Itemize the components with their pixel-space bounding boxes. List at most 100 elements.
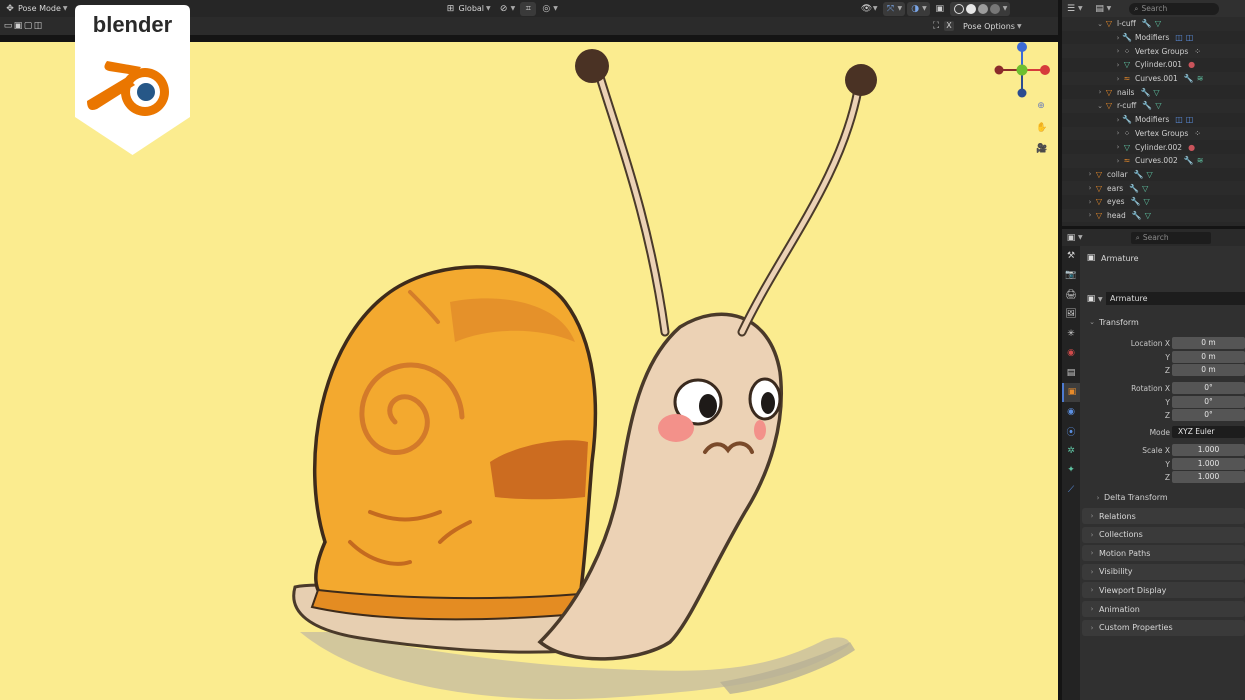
outliner-row[interactable]: › ⁘ Vertex Groups ⁘	[1062, 126, 1245, 141]
expand-right-icon[interactable]: ›	[1086, 211, 1094, 219]
modifier-stack-icon[interactable]: ◫	[1186, 115, 1194, 124]
tab-output[interactable]: 🖨	[1062, 285, 1080, 305]
modifier-stack-icon[interactable]: ◫	[1186, 33, 1194, 42]
outliner-row[interactable]: › ▽ collar 🔧 ▽	[1062, 168, 1245, 182]
tab-render[interactable]: 📷	[1062, 266, 1080, 286]
x-mirror-icon[interactable]: X	[944, 21, 954, 31]
expand-right-icon[interactable]: ›	[1114, 157, 1122, 165]
outliner-row[interactable]: ⌄ ▽ r-cuff 🔧 ▽	[1062, 99, 1245, 113]
hair-icon[interactable]: ≋	[1197, 156, 1204, 165]
editor-type-icon[interactable]: ▣	[1066, 233, 1076, 243]
material-icon[interactable]: ●	[1188, 143, 1195, 152]
panel-header-animation[interactable]: › Animation	[1082, 601, 1245, 617]
outliner-row[interactable]: › ▽ Cylinder.001 ●	[1062, 58, 1245, 72]
outliner-row[interactable]: › ▽ eyes 🔧 ▽	[1062, 195, 1245, 209]
location-x-field[interactable]: 0 m	[1172, 337, 1245, 349]
select-box-icon[interactable]: ▭	[3, 21, 13, 31]
modifier-icon[interactable]: 🔧	[1129, 184, 1139, 193]
expand-right-icon[interactable]: ›	[1114, 116, 1122, 124]
panel-header-relations[interactable]: › Relations	[1082, 508, 1245, 524]
select-intersect-icon[interactable]: ◫	[33, 21, 43, 31]
pan-hand-icon[interactable]: ✋	[1036, 123, 1047, 133]
pivot-selector[interactable]: ⊘ ▼	[496, 2, 519, 16]
zoom-icon[interactable]: ⊕	[1036, 101, 1046, 111]
expand-right-icon[interactable]: ›	[1114, 47, 1122, 55]
pose-options-dropdown[interactable]: Pose Options ▼	[960, 19, 1025, 33]
properties-search-input[interactable]: ⌕ Search	[1130, 231, 1211, 244]
camera-view-icon[interactable]: 🎥	[1036, 144, 1047, 154]
expand-right-icon[interactable]: ›	[1114, 34, 1122, 42]
modifier-icon[interactable]: 🔧	[1132, 211, 1142, 220]
expand-right-icon[interactable]: ›	[1114, 143, 1122, 151]
rotation-mode-select[interactable]: XYZ Euler	[1172, 426, 1245, 438]
outliner-row[interactable]: › 🔧 Modifiers ◫ ◫	[1062, 113, 1245, 127]
vertex-groups-icon[interactable]: ⁘	[1194, 129, 1201, 138]
modifier-icon[interactable]: 🔧	[1140, 88, 1150, 97]
outliner-row[interactable]: › ▽ nails 🔧 ▽	[1062, 85, 1245, 99]
select-extend-icon[interactable]: ▣	[13, 21, 23, 31]
expand-right-icon[interactable]: ›	[1114, 129, 1122, 137]
3d-viewport[interactable]: ✥ Pose Mode ▼ ⊞ Global ▼ ⊘ ▼ ⌗ ◎ ▼ 👁 ▼ ⤧…	[0, 0, 1058, 700]
modifier-icon[interactable]: 🔧	[1142, 101, 1152, 110]
snap-toggle[interactable]: ⌗	[520, 1, 537, 16]
outliner-row[interactable]: › 🔧 Modifiers ◫ ◫	[1062, 31, 1245, 45]
modifier-icon[interactable]: 🔧	[1184, 74, 1194, 83]
expand-right-icon[interactable]: ›	[1096, 88, 1104, 96]
expand-down-icon[interactable]: ⌄	[1096, 102, 1104, 110]
tab-collection[interactable]: ▤	[1062, 363, 1080, 383]
solid-shading-icon[interactable]	[965, 3, 976, 14]
panel-header-motion-paths[interactable]: › Motion Paths	[1082, 545, 1245, 562]
overlay-toggle[interactable]: ◑ ▼	[907, 1, 930, 16]
rotation-z-field[interactable]: 0°	[1172, 409, 1245, 421]
mesh-data-icon[interactable]: ▽	[1153, 88, 1159, 97]
outliner-row[interactable]: › ▽ head 🔧 ▽	[1062, 208, 1245, 223]
mesh-data-icon[interactable]: ▽	[1144, 197, 1150, 206]
tab-object[interactable]: ▣	[1062, 382, 1080, 402]
navigation-gizmo[interactable]	[992, 40, 1054, 102]
outliner-row[interactable]: › ⁘ Vertex Groups ⁘	[1062, 44, 1245, 59]
modifier-icon[interactable]: 🔧	[1142, 19, 1152, 28]
expand-right-icon[interactable]: ›	[1086, 198, 1094, 206]
outliner-row[interactable]: ⌄ ▽ l-cuff 🔧 ▽	[1062, 17, 1245, 31]
location-y-field[interactable]: 0 m	[1172, 350, 1245, 363]
orientation-selector[interactable]: ⊞ Global ▼	[443, 2, 494, 16]
mesh-data-icon[interactable]: ▽	[1142, 184, 1148, 193]
modifier-icon[interactable]: 🔧	[1134, 170, 1144, 179]
tab-modifiers[interactable]: ◉	[1062, 402, 1080, 422]
modifier-stack-icon[interactable]: ◫	[1175, 33, 1183, 42]
proportional-edit-toggle[interactable]: ◎ ▼	[538, 2, 561, 16]
tab-tool[interactable]: ⚒	[1062, 246, 1080, 266]
expand-down-icon[interactable]: ⌄	[1096, 20, 1104, 28]
mesh-data-icon[interactable]: ▽	[1155, 101, 1161, 110]
scale-y-field[interactable]: 1.000	[1172, 457, 1245, 470]
rotation-x-field[interactable]: 0°	[1172, 382, 1245, 394]
hair-icon[interactable]: ≋	[1197, 74, 1204, 83]
mode-selector[interactable]: ✥ Pose Mode ▼	[2, 2, 71, 16]
panel-header-viewport-display[interactable]: › Viewport Display	[1082, 582, 1245, 599]
mesh-data-icon[interactable]: ▽	[1145, 211, 1151, 220]
wireframe-shading-icon[interactable]	[953, 3, 964, 14]
delta-transform-subpanel[interactable]: › Delta Transform	[1094, 493, 1168, 502]
expand-right-icon[interactable]: ›	[1086, 184, 1094, 192]
expand-right-icon[interactable]: ›	[1114, 75, 1122, 83]
location-z-field[interactable]: 0 m	[1172, 364, 1245, 376]
transform-panel-header[interactable]: ⌄ Transform	[1082, 314, 1245, 330]
editor-type-icon[interactable]: ☰	[1066, 4, 1076, 14]
outliner-search-input[interactable]: ⌕ Search	[1129, 2, 1220, 15]
panel-header-custom-properties[interactable]: › Custom Properties	[1082, 619, 1245, 636]
scale-x-field[interactable]: 1.000	[1172, 444, 1245, 456]
panel-header-visibility[interactable]: › Visibility	[1082, 563, 1245, 580]
rotation-y-field[interactable]: 0°	[1172, 395, 1245, 408]
tab-world[interactable]: ◉	[1062, 344, 1080, 364]
tab-physics[interactable]: ✲	[1062, 441, 1080, 461]
material-icon[interactable]: ●	[1188, 60, 1195, 69]
vertex-groups-icon[interactable]: ⁘	[1194, 47, 1201, 56]
tab-particles[interactable]: ⦿	[1062, 422, 1080, 442]
panel-header-collections[interactable]: › Collections	[1082, 526, 1245, 543]
select-subtract-icon[interactable]: ▢	[23, 21, 33, 31]
shading-buttons[interactable]: ▼	[949, 1, 1011, 16]
object-name-field[interactable]: Armature	[1106, 292, 1245, 305]
outliner-row[interactable]: › ≈ Curves.002 🔧 ≋	[1062, 153, 1245, 168]
tab-bone[interactable]: ⟋	[1062, 480, 1080, 500]
mesh-data-icon[interactable]: ▽	[1155, 19, 1161, 28]
